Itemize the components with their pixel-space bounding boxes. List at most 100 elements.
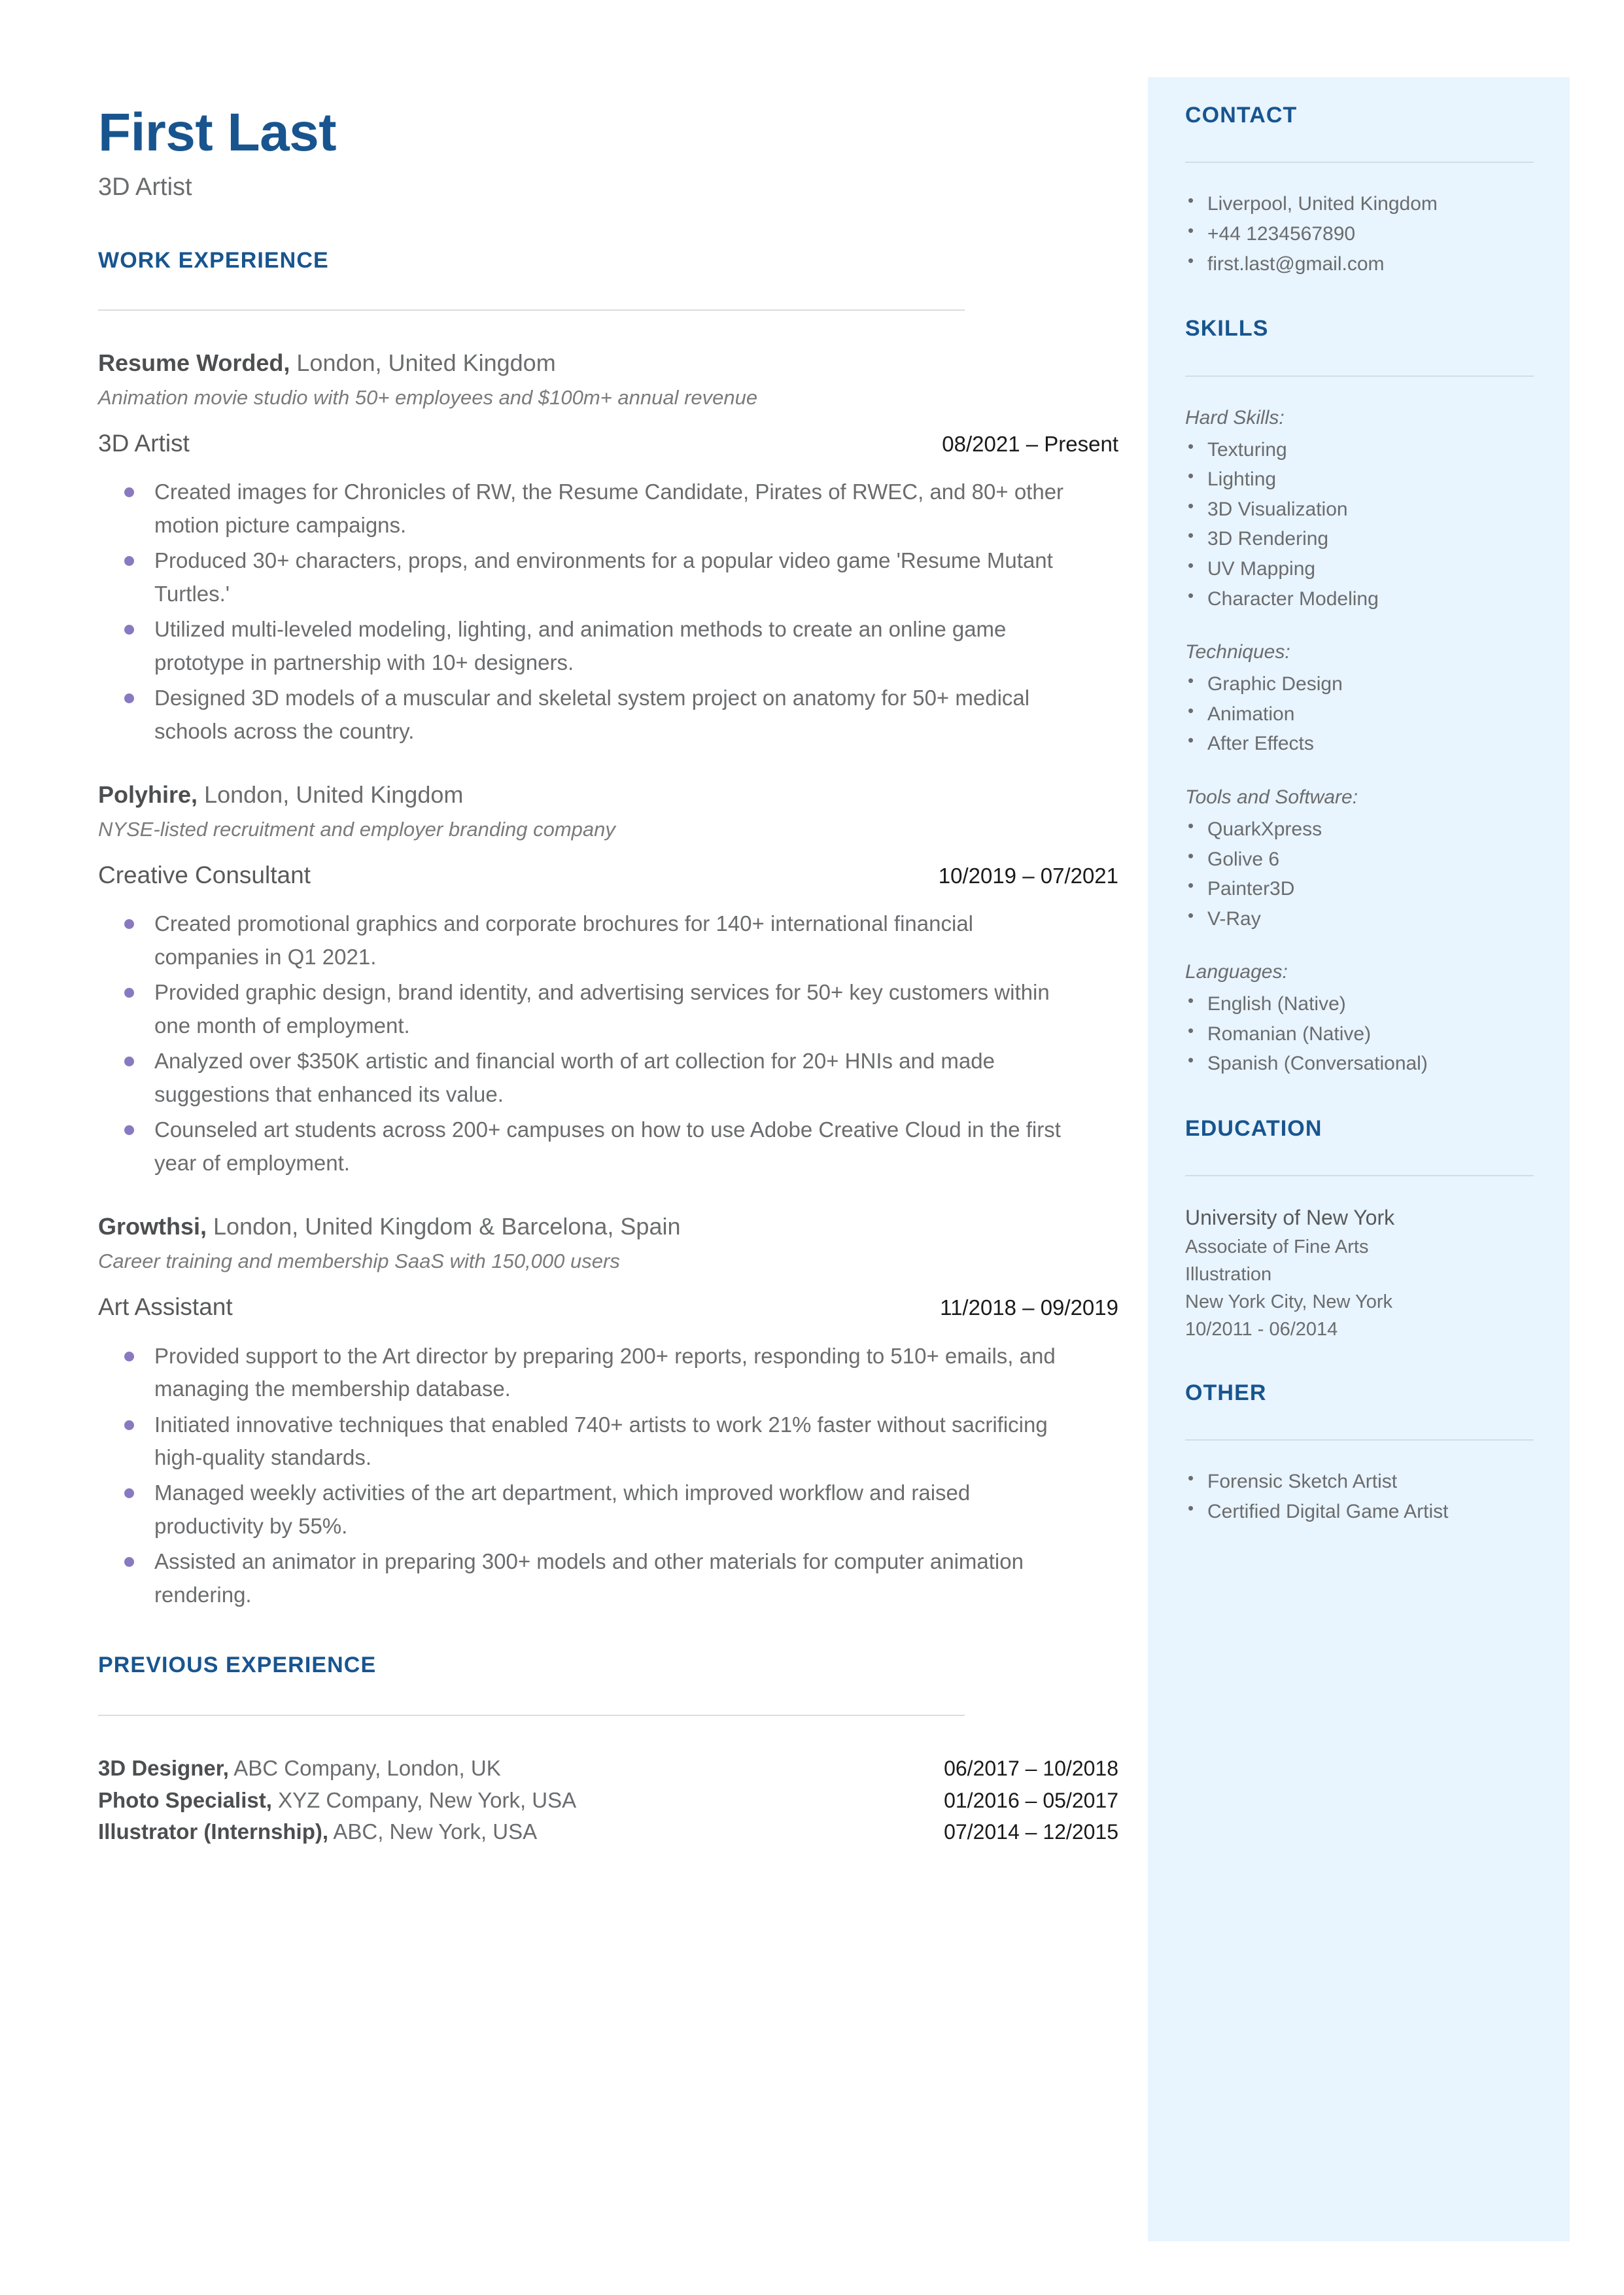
skills-group-label: Languages: xyxy=(1185,961,1288,983)
role-row: Art Assistant 11/2018 – 09/2019 xyxy=(98,1292,1118,1322)
contact-location: Liverpool, United Kingdom xyxy=(1185,188,1534,219)
skills-group-hard-skills: Hard Skills: Texturing Lighting 3D Visua… xyxy=(1185,403,1534,614)
previous-role-title: Photo Specialist, xyxy=(98,1787,272,1812)
skills-group-list: QuarkXpress Golive 6 Painter3D V-Ray xyxy=(1185,813,1534,934)
work-experience-heading: WORK EXPERIENCE xyxy=(98,247,329,273)
job-bullet: Managed weekly activities of the art dep… xyxy=(98,1477,1083,1543)
contact-email: first.last@gmail.com xyxy=(1185,248,1534,279)
company-location: London, United Kingdom xyxy=(290,349,556,377)
job-bullet: Designed 3D models of a muscular and ske… xyxy=(98,682,1083,748)
skill-item: Animation xyxy=(1185,698,1534,729)
company-line: Polyhire, London, United Kingdom xyxy=(98,779,1118,811)
page-title: First Last xyxy=(98,103,337,162)
skills-group-label: Techniques: xyxy=(1185,641,1290,663)
previous-experience-heading: PREVIOUS EXPERIENCE xyxy=(98,1653,377,1678)
role-row: 3D Artist 08/2021 – Present xyxy=(98,429,1118,459)
previous-experience-left: 3D Designer, ABC Company, London, UK xyxy=(98,1753,501,1785)
job-bullet: Produced 30+ characters, props, and envi… xyxy=(98,544,1083,610)
skill-item: Graphic Design xyxy=(1185,668,1534,699)
skill-item: UV Mapping xyxy=(1185,553,1534,584)
skill-item: 3D Visualization xyxy=(1185,493,1534,525)
company-description: Career training and membership SaaS with… xyxy=(98,1249,620,1272)
other-item: Forensic Sketch Artist xyxy=(1185,1465,1534,1497)
job-bullet: Counseled art students across 200+ campu… xyxy=(98,1113,1083,1180)
skill-item: 3D Rendering xyxy=(1185,523,1534,554)
education-divider xyxy=(1185,1175,1534,1177)
education-location: New York City, New York xyxy=(1185,1291,1392,1312)
language-item: English (Native) xyxy=(1185,988,1534,1019)
previous-role-dates: 06/2017 – 10/2018 xyxy=(944,1756,1118,1780)
sidebar: CONTACT Liverpool, United Kingdom +44 12… xyxy=(1148,77,1570,2241)
other-list: Forensic Sketch Artist Certified Digital… xyxy=(1185,1465,1534,1527)
language-item: Romanian (Native) xyxy=(1185,1018,1534,1049)
job-entry: Resume Worded, London, United Kingdom An… xyxy=(98,347,1118,748)
previous-role-detail: ABC Company, London, UK xyxy=(228,1755,501,1780)
previous-role-dates: 07/2014 – 12/2015 xyxy=(944,1820,1118,1844)
skill-item: Character Modeling xyxy=(1185,583,1534,614)
job-entry: Growthsi, London, United Kingdom & Barce… xyxy=(98,1211,1118,1611)
skill-item: Painter3D xyxy=(1185,873,1534,904)
education-dates: 10/2011 - 06/2014 xyxy=(1185,1318,1338,1340)
skills-heading: SKILLS xyxy=(1185,316,1269,342)
role-row: Creative Consultant 10/2019 – 07/2021 xyxy=(98,860,1118,890)
skill-item: QuarkXpress xyxy=(1185,813,1534,845)
role-dates: 10/2019 – 07/2021 xyxy=(938,864,1118,888)
contact-list: Liverpool, United Kingdom +44 1234567890… xyxy=(1185,188,1534,279)
skills-group-list: English (Native) Romanian (Native) Spani… xyxy=(1185,988,1534,1079)
company-description: Animation movie studio with 50+ employee… xyxy=(98,385,758,409)
job-bullet-list: Provided support to the Art director by … xyxy=(98,1340,1118,1612)
company-location: London, United Kingdom & Barcelona, Spai… xyxy=(207,1213,681,1240)
skills-group-list: Texturing Lighting 3D Visualization 3D R… xyxy=(1185,434,1534,614)
previous-role-dates: 01/2016 – 05/2017 xyxy=(944,1788,1118,1812)
education-section: EDUCATION University of New York Associa… xyxy=(1185,1116,1534,1343)
role-title: Creative Consultant xyxy=(98,862,311,889)
company-name: Resume Worded, xyxy=(98,349,290,377)
job-bullet: Provided graphic design, brand identity,… xyxy=(98,976,1083,1042)
company-name: Growthsi, xyxy=(98,1213,207,1240)
job-bullet: Initiated innovative techniques that ena… xyxy=(98,1409,1083,1475)
contact-divider xyxy=(1185,162,1534,164)
previous-role-detail: ABC, New York, USA xyxy=(328,1819,538,1844)
previous-role-detail: XYZ Company, New York, USA xyxy=(271,1787,577,1812)
previous-experience-left: Illustrator (Internship), ABC, New York,… xyxy=(98,1816,537,1848)
resume-page: CONTACT Liverpool, United Kingdom +44 12… xyxy=(0,0,1624,2295)
skills-group-label: Tools and Software: xyxy=(1185,786,1358,808)
role-dates: 11/2018 – 09/2019 xyxy=(940,1295,1118,1320)
company-description: NYSE-listed recruitment and employer bra… xyxy=(98,817,615,841)
skills-group-list: Graphic Design Animation After Effects xyxy=(1185,668,1534,759)
skills-divider xyxy=(1185,375,1534,377)
education-degree: Associate of Fine Arts xyxy=(1185,1236,1369,1257)
previous-experience-row: 3D Designer, ABC Company, London, UK 06/… xyxy=(98,1753,1118,1785)
skills-group-techniques: Techniques: Graphic Design Animation Aft… xyxy=(1185,637,1534,759)
role-dates: 08/2021 – Present xyxy=(942,432,1118,457)
job-bullet: Utilized multi-leveled modeling, lightin… xyxy=(98,613,1083,679)
skill-item: After Effects xyxy=(1185,727,1534,759)
job-bullet: Created promotional graphics and corpora… xyxy=(98,907,1083,973)
education-heading: EDUCATION xyxy=(1185,1116,1322,1142)
job-bullet-list: Created promotional graphics and corpora… xyxy=(98,907,1118,1180)
job-bullet: Created images for Chronicles of RW, the… xyxy=(98,476,1083,542)
skill-item: Golive 6 xyxy=(1185,843,1534,875)
language-item: Spanish (Conversational) xyxy=(1185,1047,1534,1079)
other-section: OTHER Forensic Sketch Artist Certified D… xyxy=(1185,1380,1534,1527)
main-column: First Last 3D Artist WORK EXPERIENCE Res… xyxy=(98,103,1118,1848)
other-item: Certified Digital Game Artist xyxy=(1185,1496,1534,1527)
company-line: Growthsi, London, United Kingdom & Barce… xyxy=(98,1211,1118,1243)
other-heading: OTHER xyxy=(1185,1380,1267,1406)
previous-experience-section: PREVIOUS EXPERIENCE 3D Designer, ABC Com… xyxy=(98,1653,1118,1848)
contact-section: CONTACT Liverpool, United Kingdom +44 12… xyxy=(1185,103,1534,279)
role-title: 3D Artist xyxy=(98,430,190,457)
skill-item: Lighting xyxy=(1185,463,1534,495)
skills-group-languages: Languages: English (Native) Romanian (Na… xyxy=(1185,957,1534,1079)
previous-experience-divider xyxy=(98,1714,965,1716)
previous-experience-row: Photo Specialist, XYZ Company, New York,… xyxy=(98,1785,1118,1817)
job-entry: Polyhire, London, United Kingdom NYSE-li… xyxy=(98,779,1118,1180)
previous-role-title: Illustrator (Internship), xyxy=(98,1819,329,1844)
skills-group-label: Hard Skills: xyxy=(1185,406,1285,429)
education-major: Illustration xyxy=(1185,1263,1272,1285)
company-location: London, United Kingdom xyxy=(198,781,464,809)
job-bullet: Analyzed over $350K artistic and financi… xyxy=(98,1045,1083,1111)
